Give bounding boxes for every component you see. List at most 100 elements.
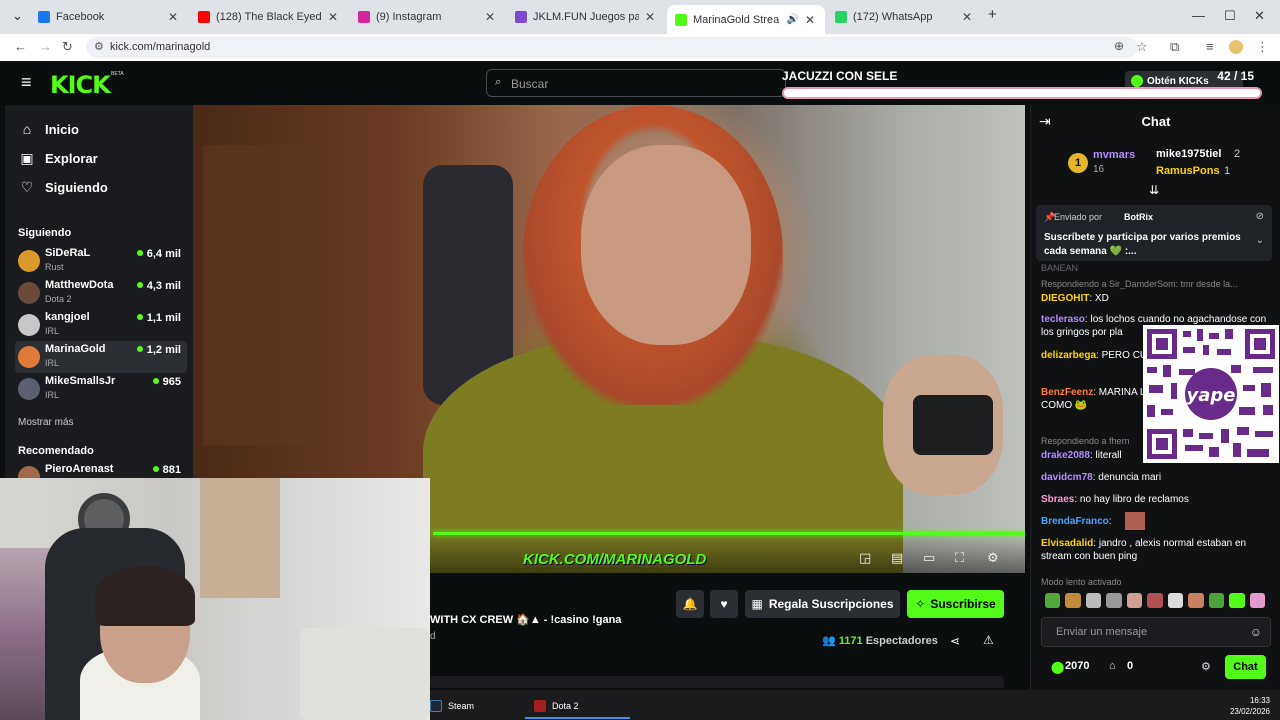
channel-category: Dota 2 bbox=[45, 294, 72, 304]
tab-kick-active[interactable]: MarinaGold Stream - Watc 🔊 ✕ bbox=[667, 5, 825, 34]
kick-logo[interactable]: KICK bbox=[50, 71, 111, 99]
tab-instagram[interactable]: (9) Instagram ✕ bbox=[350, 5, 505, 29]
kicks-balance[interactable]: 2070 bbox=[1065, 660, 1089, 672]
chat-username[interactable]: Elvisadalid bbox=[1041, 538, 1093, 549]
emote-icon[interactable] bbox=[1249, 593, 1265, 608]
tab-title: (128) The Black Eyed Peas - My bbox=[216, 11, 322, 23]
chat-settings-icon[interactable]: ⚙ bbox=[1201, 660, 1211, 673]
chat-username[interactable]: DIEGOHIT bbox=[1041, 293, 1089, 304]
close-icon[interactable]: ✕ bbox=[805, 13, 815, 27]
chat-message: DIEGOHIT: XD bbox=[1041, 293, 1109, 304]
taskbar-dota2[interactable]: Dota 2 bbox=[534, 700, 579, 712]
close-icon[interactable]: ✕ bbox=[328, 10, 338, 24]
chat-username[interactable]: drake2088 bbox=[1041, 450, 1090, 461]
cam-person-hair bbox=[95, 566, 195, 626]
emote-icon[interactable] bbox=[1229, 593, 1245, 608]
gift-count[interactable]: 0 bbox=[1127, 660, 1133, 672]
profile-avatar[interactable] bbox=[1229, 40, 1243, 54]
close-window-button[interactable]: ✕ bbox=[1254, 8, 1265, 24]
tab-jklm[interactable]: JKLM.FUN Juegos para fiestas e ✕ bbox=[507, 5, 665, 29]
channel-sideral[interactable]: SiDeRaL Rust 6,4 mil bbox=[15, 245, 187, 277]
show-more-link[interactable]: Mostrar más bbox=[18, 417, 74, 428]
pip-icon[interactable]: ▭ bbox=[923, 550, 935, 566]
emote-icon[interactable] bbox=[1167, 593, 1184, 608]
search-input[interactable]: ⌕ Buscar bbox=[486, 69, 786, 97]
clip-icon[interactable]: ◲ bbox=[859, 550, 871, 566]
emote-icon[interactable] bbox=[1147, 593, 1163, 608]
subscribe-button[interactable]: ✧ Suscribirse bbox=[907, 590, 1004, 618]
active-app-indicator bbox=[525, 717, 630, 719]
emote-icon[interactable] bbox=[1106, 593, 1122, 608]
unpin-icon[interactable]: ⊘ bbox=[1256, 211, 1264, 222]
tab-facebook[interactable]: Facebook ✕ bbox=[30, 5, 188, 29]
emote-icon[interactable] bbox=[1126, 593, 1143, 608]
fullscreen-icon[interactable]: ⛶ bbox=[955, 550, 964, 566]
chevron-down-icon[interactable]: ⌄ bbox=[1256, 235, 1264, 246]
media-icon[interactable]: ≡ bbox=[1206, 39, 1214, 54]
share-icon[interactable]: ⋖ bbox=[950, 634, 960, 648]
viewers-label: Espectadores bbox=[865, 635, 938, 647]
url-field[interactable]: ⚙ kick.com/marinagold ⊕ bbox=[86, 37, 1138, 58]
nav-siguiendo[interactable]: ♡ Siguiendo bbox=[19, 179, 108, 196]
notifications-button[interactable]: 🔔 bbox=[676, 590, 704, 618]
close-icon[interactable]: ✕ bbox=[645, 10, 655, 24]
emoji-icon[interactable]: ☺ bbox=[1250, 625, 1262, 639]
close-icon[interactable]: ✕ bbox=[485, 10, 495, 24]
close-icon[interactable]: ✕ bbox=[962, 10, 972, 24]
channel-matthewdota[interactable]: MatthewDota Dota 2 4,3 mil bbox=[15, 277, 187, 309]
bookmark-star-icon[interactable]: ☆ bbox=[1136, 39, 1148, 55]
nav-explorar[interactable]: ▣ Explorar bbox=[19, 150, 97, 167]
chat-username[interactable]: delizarbega bbox=[1041, 350, 1096, 361]
minimize-button[interactable]: — bbox=[1192, 8, 1205, 23]
tab-youtube[interactable]: (128) The Black Eyed Peas - My ✕ bbox=[190, 5, 348, 29]
chat-username[interactable]: Sbraes bbox=[1041, 494, 1074, 505]
report-icon[interactable]: ⚠ bbox=[983, 633, 994, 647]
chat-username[interactable]: BrendaFranco bbox=[1041, 516, 1109, 527]
menu-dots-icon[interactable]: ⋮ bbox=[1256, 39, 1269, 55]
settings-gear-icon[interactable]: ⚙ bbox=[987, 550, 999, 566]
stream-category[interactable]: d bbox=[430, 631, 436, 642]
expand-leaderboard-icon[interactable]: ⇊ bbox=[1149, 183, 1159, 197]
back-icon[interactable]: ← bbox=[14, 39, 27, 54]
channel-kangjoel[interactable]: kangjoel IRL 1,1 mil bbox=[15, 309, 187, 341]
gift-subs-button[interactable]: ▦ Regala Suscripciones bbox=[745, 590, 900, 618]
chat-input-placeholder: Enviar un mensaje bbox=[1056, 626, 1148, 638]
leader-name[interactable]: RamusPons bbox=[1156, 165, 1220, 177]
close-icon[interactable]: ✕ bbox=[168, 10, 178, 24]
reload-icon[interactable]: ↻ bbox=[62, 39, 73, 55]
system-clock[interactable]: 16:33 23/02/2026 bbox=[1230, 695, 1270, 717]
theater-icon[interactable]: ▤ bbox=[891, 550, 903, 566]
webcam-overlay bbox=[0, 478, 430, 720]
emote-icon[interactable] bbox=[1045, 593, 1061, 608]
chat-username[interactable]: tecleraso bbox=[1041, 314, 1085, 325]
follow-button[interactable]: ♥ bbox=[710, 590, 738, 618]
chat-message-input[interactable]: Enviar un mensaje ☺ bbox=[1041, 617, 1271, 647]
emote-icon[interactable] bbox=[1208, 593, 1225, 608]
leader-name[interactable]: mvmars bbox=[1093, 149, 1135, 161]
chat-message: davidcm78: denuncia mari bbox=[1041, 472, 1162, 483]
zoom-icon[interactable]: ⊕ bbox=[1114, 39, 1124, 53]
channel-mikesmallsjr[interactable]: MikeSmallsJr IRL 965 bbox=[15, 373, 187, 405]
url-text: kick.com/marinagold bbox=[110, 41, 211, 53]
channel-marinagold[interactable]: MarinaGold IRL 1,2 mil bbox=[15, 341, 187, 373]
speaker-icon[interactable]: 🔊 bbox=[786, 14, 798, 25]
chat-username[interactable]: davidcm78 bbox=[1041, 472, 1093, 483]
extensions-icon[interactable]: ⧉ bbox=[1170, 39, 1179, 55]
emote-icon[interactable] bbox=[1065, 593, 1081, 608]
taskbar-steam[interactable]: Steam bbox=[430, 700, 474, 712]
tab-whatsapp[interactable]: (172) WhatsApp ✕ bbox=[827, 5, 982, 29]
leader-name[interactable]: mike1975tiel bbox=[1156, 148, 1221, 160]
chat-username[interactable]: BenzFeenz bbox=[1041, 387, 1093, 398]
new-tab-button[interactable]: + bbox=[988, 6, 997, 23]
hamburger-menu-icon[interactable]: ≡ bbox=[21, 72, 32, 93]
send-chat-button[interactable]: Chat bbox=[1225, 655, 1266, 679]
site-info-icon[interactable]: ⚙ bbox=[94, 40, 104, 53]
emote-icon[interactable] bbox=[1188, 593, 1204, 608]
rank-badge: 1 bbox=[1068, 153, 1088, 173]
video-progress-line[interactable] bbox=[433, 532, 1025, 535]
maximize-button[interactable]: ☐ bbox=[1224, 8, 1236, 24]
forward-icon[interactable]: → bbox=[39, 39, 52, 54]
tab-search-icon[interactable]: ⌄ bbox=[12, 8, 23, 24]
emote-icon[interactable] bbox=[1085, 593, 1102, 608]
nav-inicio[interactable]: ⌂ Inicio bbox=[19, 121, 79, 137]
